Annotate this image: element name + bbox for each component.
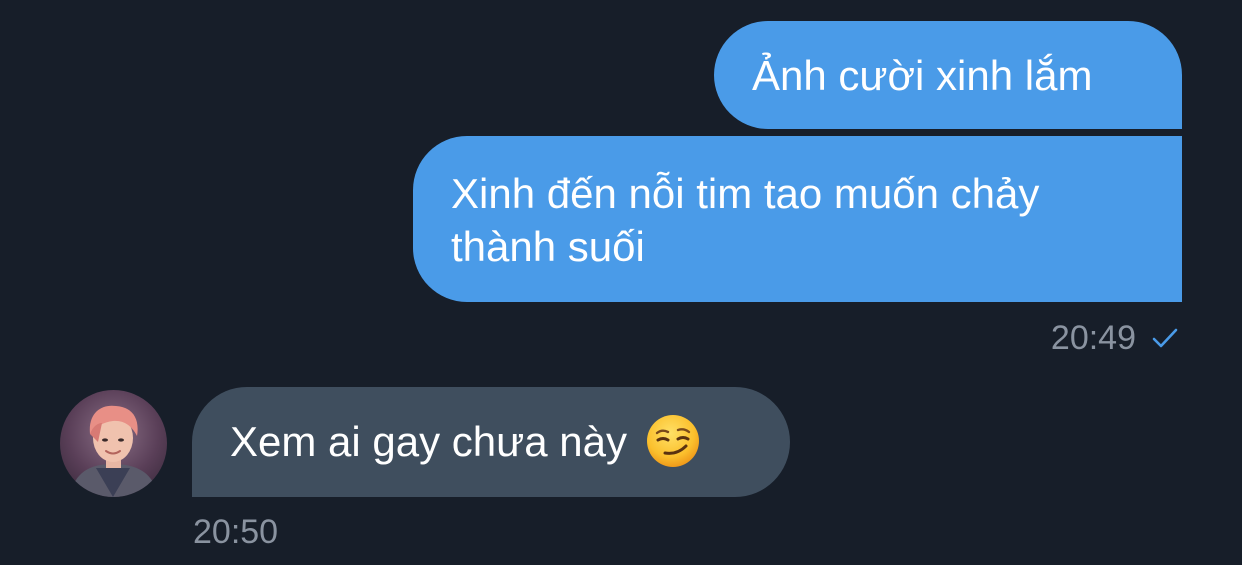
incoming-message-meta: 20:50: [193, 512, 278, 552]
message-text: Ảnh cười xinh lắm: [752, 52, 1093, 99]
smirking-face-emoji: [647, 415, 699, 467]
message-text: Xem ai gay chưa này: [230, 418, 627, 465]
incoming-message-bubble[interactable]: Xem ai gay chưa này: [192, 387, 790, 497]
single-check-icon: [1152, 328, 1178, 348]
outgoing-message-bubble[interactable]: Ảnh cười xinh lắm: [714, 21, 1182, 129]
message-text: Xinh đến nỗi tim tao muốn chảy thành suố…: [451, 170, 1040, 270]
outgoing-message-meta: 20:49: [1051, 318, 1180, 358]
avatar[interactable]: [60, 390, 167, 497]
message-time: 20:50: [193, 513, 279, 551]
message-time: 20:49: [1050, 319, 1136, 357]
profile-photo: [60, 390, 167, 497]
outgoing-message-bubble[interactable]: Xinh đến nỗi tim tao muốn chảy thành suố…: [413, 136, 1182, 302]
